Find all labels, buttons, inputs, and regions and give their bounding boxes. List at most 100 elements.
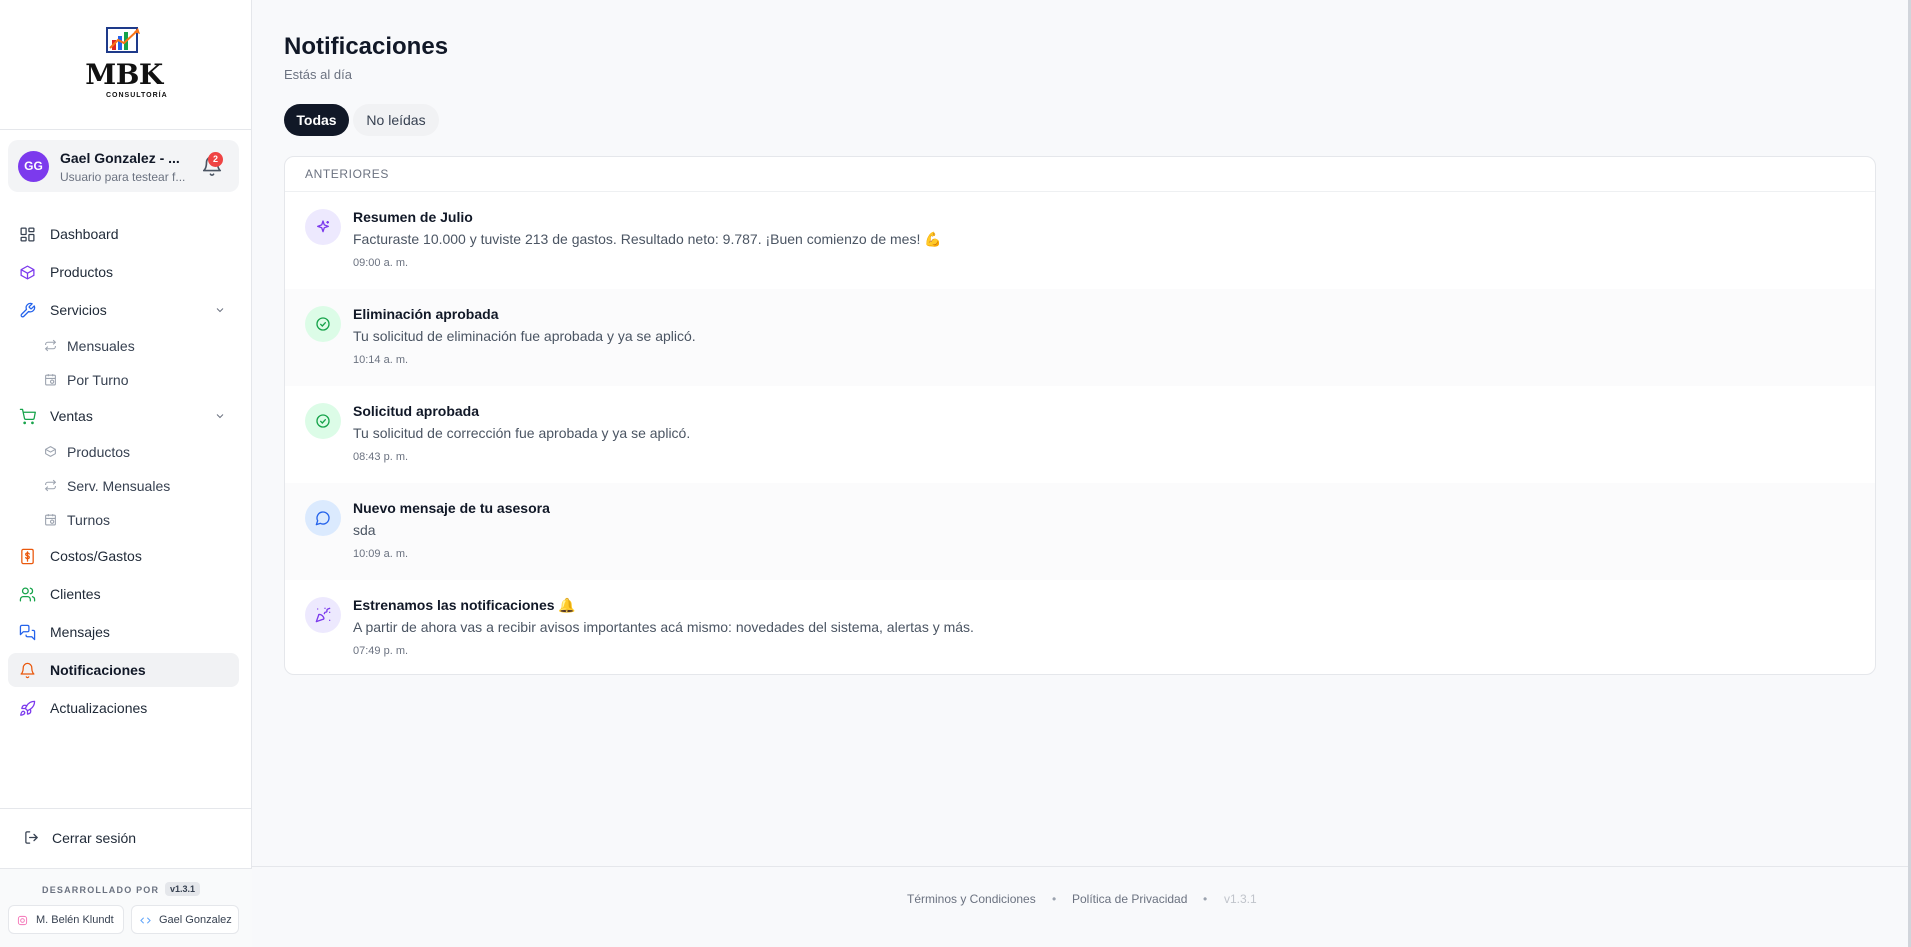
sidebar-subitem-productos[interactable]: Productos xyxy=(40,437,239,467)
version-badge: v1.3.1 xyxy=(165,882,201,896)
rocket-icon xyxy=(20,700,36,716)
wrench-icon xyxy=(20,302,36,318)
repeat-icon xyxy=(44,339,57,352)
chevron-down-icon[interactable] xyxy=(214,304,226,316)
section-header: ANTERIORES xyxy=(305,167,390,181)
sidebar-item-servicios[interactable]: Servicios xyxy=(8,293,239,327)
sparkles-icon xyxy=(305,209,341,245)
logo-text: MBK xyxy=(85,58,163,91)
sidebar-item-label: Actualizaciones xyxy=(50,700,148,716)
sidebar-item-label: Servicios xyxy=(50,302,107,318)
check-circle-icon xyxy=(305,306,341,342)
sidebar-item-ventas[interactable]: Ventas xyxy=(8,399,239,433)
instagram-icon xyxy=(17,915,28,926)
calendar-clock-icon xyxy=(45,514,56,526)
notification-body: Facturaste 10.000 y tuviste 213 de gasto… xyxy=(353,231,942,247)
dashboard-icon xyxy=(20,227,35,242)
user-name: Gael Gonzalez - ... xyxy=(60,150,180,166)
notification-title: Solicitud aprobada xyxy=(353,403,480,419)
notifications-card: ANTERIORES Resumen de Julio Facturaste 1… xyxy=(284,156,1876,675)
footer-version: v1.3.1 xyxy=(1224,892,1257,906)
calendar-clock-icon xyxy=(45,374,56,386)
sidebar-item-notificaciones[interactable]: Notificaciones xyxy=(8,653,239,687)
separator-dot: • xyxy=(1052,892,1057,906)
notification-item[interactable]: Estrenamos las notificaciones 🔔 A partir… xyxy=(285,580,1875,674)
sidebar-item-label: Clientes xyxy=(50,586,101,602)
sidebar-item-costos[interactable]: Costos/Gastos xyxy=(8,539,239,573)
notification-title: Resumen de Julio xyxy=(353,209,473,225)
notification-body: A partir de ahora vas a recibir avisos i… xyxy=(353,619,974,635)
notification-title: Estrenamos las notificaciones 🔔 xyxy=(353,597,576,613)
notification-time: 07:49 p. m. xyxy=(353,645,409,657)
message-icon xyxy=(305,500,341,536)
logout-icon xyxy=(25,831,38,844)
developer-link-belen[interactable]: M. Belén Klundt xyxy=(8,905,124,934)
logo-area: MBK CONSULTORÍA xyxy=(0,0,252,130)
terms-link[interactable]: Términos y Condiciones xyxy=(907,892,1036,906)
tab-todas[interactable]: Todas xyxy=(284,104,349,136)
logo[interactable]: MBK CONSULTORÍA xyxy=(76,26,172,106)
sidebar-subitem-label: Turnos xyxy=(67,512,111,528)
sidebar-subitem-label: Serv. Mensuales xyxy=(67,478,171,494)
notification-badge: 2 xyxy=(208,152,223,167)
notification-body: Tu solicitud de corrección fue aprobada … xyxy=(353,425,691,441)
sidebar: MBK CONSULTORÍA GG Gael Gonzalez - ... U… xyxy=(0,0,252,947)
sidebar-subitem-por-turno[interactable]: Por Turno xyxy=(40,365,239,395)
repeat-icon xyxy=(44,479,57,492)
developer-name: M. Belén Klundt xyxy=(36,914,114,926)
sidebar-item-actualizaciones[interactable]: Actualizaciones xyxy=(8,691,239,725)
sidebar-subitem-label: Mensuales xyxy=(67,338,135,354)
page-subtitle: Estás al día xyxy=(284,67,352,82)
logo-subtitle: CONSULTORÍA xyxy=(106,92,168,99)
cart-icon xyxy=(19,408,36,425)
notification-item[interactable]: Eliminación aprobada Tu solicitud de eli… xyxy=(285,289,1875,386)
dollar-receipt-icon xyxy=(21,548,34,565)
party-icon xyxy=(305,597,341,633)
sidebar-subitem-turnos[interactable]: Turnos xyxy=(40,505,239,535)
logout-button[interactable]: Cerrar sesión xyxy=(0,808,252,864)
notification-item[interactable]: Nuevo mensaje de tu asesora sda 10:09 a.… xyxy=(285,483,1875,580)
developer-link-gael[interactable]: Gael Gonzalez xyxy=(131,905,239,934)
sidebar-item-label: Costos/Gastos xyxy=(50,548,142,564)
notification-time: 09:00 a. m. xyxy=(353,257,409,269)
sidebar-item-label: Productos xyxy=(50,264,114,280)
sidebar-subitem-label: Por Turno xyxy=(67,372,129,388)
footer: Términos y Condiciones • Política de Pri… xyxy=(252,866,1911,947)
user-subtitle: Usuario para testear f... xyxy=(60,170,186,184)
notification-time: 10:14 a. m. xyxy=(353,354,409,366)
developed-by-label: DESARROLLADO POR xyxy=(42,885,160,895)
sidebar-item-mensajes[interactable]: Mensajes xyxy=(8,615,239,649)
notification-title: Eliminación aprobada xyxy=(353,306,499,322)
notification-body: Tu solicitud de eliminación fue aprobada… xyxy=(353,328,696,344)
notification-item[interactable]: Solicitud aprobada Tu solicitud de corre… xyxy=(285,386,1875,483)
sidebar-item-label: Dashboard xyxy=(50,226,119,242)
sidebar-item-dashboard[interactable]: Dashboard xyxy=(8,217,239,251)
developer-name: Gael Gonzalez xyxy=(159,914,232,926)
sidebar-item-clientes[interactable]: Clientes xyxy=(8,577,239,611)
notification-item[interactable]: Resumen de Julio Facturaste 10.000 y tuv… xyxy=(285,192,1875,289)
page-title: Notificaciones xyxy=(284,33,449,60)
messages-icon xyxy=(19,624,36,641)
sidebar-subitem-label: Productos xyxy=(67,444,131,460)
notification-body: sda xyxy=(353,522,376,538)
sidebar-item-productos[interactable]: Productos xyxy=(8,255,239,289)
package-icon xyxy=(45,446,56,457)
code-icon xyxy=(140,917,151,924)
logout-label: Cerrar sesión xyxy=(52,830,137,846)
sidebar-subitem-serv-mensuales[interactable]: Serv. Mensuales xyxy=(40,471,239,501)
package-icon xyxy=(20,265,35,280)
avatar: GG xyxy=(18,151,49,182)
chevron-down-icon[interactable] xyxy=(214,410,226,422)
separator-dot: • xyxy=(1203,892,1208,906)
privacy-link[interactable]: Política de Privacidad xyxy=(1072,892,1187,906)
sidebar-item-label: Mensajes xyxy=(50,624,110,640)
users-icon xyxy=(19,587,36,602)
sidebar-subitem-mensuales[interactable]: Mensuales xyxy=(40,331,239,361)
chart-logo-icon xyxy=(106,27,140,53)
notification-time: 10:09 a. m. xyxy=(353,548,409,560)
sidebar-item-label: Ventas xyxy=(50,408,93,424)
notification-title: Nuevo mensaje de tu asesora xyxy=(353,500,550,516)
user-card[interactable]: GG Gael Gonzalez - ... Usuario para test… xyxy=(8,140,239,192)
check-circle-icon xyxy=(305,403,341,439)
tab-no-leidas[interactable]: No leídas xyxy=(353,104,439,136)
